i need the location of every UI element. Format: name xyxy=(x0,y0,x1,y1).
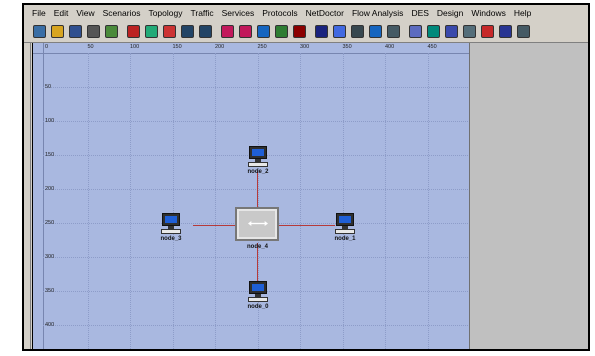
node-label: node_1 xyxy=(334,236,356,242)
node-label: node_0 xyxy=(247,304,269,310)
object-palette-icon[interactable] xyxy=(104,25,118,39)
ruler-y-tick: 250 xyxy=(45,220,55,226)
failure-icon[interactable] xyxy=(126,25,140,39)
workstation-icon xyxy=(248,281,268,303)
menu-bar: File Edit View Scenarios Topology Traffi… xyxy=(24,5,588,21)
open-folder-icon[interactable] xyxy=(50,25,64,39)
zoom-out-icon[interactable] xyxy=(198,25,212,39)
ruler-y-tick: 200 xyxy=(45,186,55,192)
ruler-x-tick: 150 xyxy=(172,44,182,50)
menu-traffic[interactable]: Traffic xyxy=(186,8,217,18)
ruler-left xyxy=(33,43,44,349)
node-label: node_2 xyxy=(247,169,269,175)
ruler-y-tick: 150 xyxy=(45,152,55,158)
workstation-icon xyxy=(335,213,355,235)
grid-line xyxy=(300,53,301,349)
traffic-view-icon[interactable] xyxy=(256,25,270,39)
workstation-icon xyxy=(248,146,268,168)
grid-line xyxy=(215,53,216,349)
ruler-x-tick: 0 xyxy=(45,44,49,50)
ruler-y-tick: 350 xyxy=(45,288,55,294)
ruler-y-tick: 100 xyxy=(45,118,55,124)
project-workspace[interactable]: 0501001502002503003504004505 node_2 node… xyxy=(32,43,470,349)
grid-line xyxy=(43,121,470,122)
zoom-in-icon[interactable] xyxy=(180,25,194,39)
left-scroll-strip[interactable] xyxy=(24,43,31,349)
ruler-y-tick: 50 xyxy=(45,84,52,90)
node-3[interactable]: node_3 xyxy=(151,213,191,247)
view-results-icon[interactable] xyxy=(314,25,328,39)
ruler-y-tick: 400 xyxy=(45,322,55,328)
print-icon[interactable] xyxy=(86,25,100,39)
menu-windows[interactable]: Windows xyxy=(467,8,509,18)
side-panel xyxy=(469,43,588,349)
workstation-icon xyxy=(161,213,181,235)
menu-file[interactable]: File xyxy=(24,8,50,18)
node-label: node_4 xyxy=(247,244,269,250)
menu-protocols[interactable]: Protocols xyxy=(258,8,301,18)
report-icon[interactable] xyxy=(462,25,476,39)
hide-links-icon[interactable] xyxy=(292,25,306,39)
ruler-y-tick: 300 xyxy=(45,254,55,260)
menu-view[interactable]: View xyxy=(72,8,98,18)
ruler-x-tick: 450 xyxy=(427,44,437,50)
recover-icon[interactable] xyxy=(144,25,158,39)
node-0[interactable]: node_0 xyxy=(238,281,278,315)
grid-line xyxy=(385,53,386,349)
menu-scenarios[interactable]: Scenarios xyxy=(99,8,145,18)
link-utilization-icon[interactable] xyxy=(368,25,382,39)
ruler-x-tick: 350 xyxy=(342,44,352,50)
ruler-x-tick: 100 xyxy=(130,44,140,50)
menu-services[interactable]: Services xyxy=(218,8,259,18)
compare-icon[interactable] xyxy=(444,25,458,39)
chart-icon[interactable] xyxy=(408,25,422,39)
bidirectional-arrow-icon xyxy=(248,221,268,226)
undo-icon[interactable] xyxy=(480,25,494,39)
link-node4-node3[interactable] xyxy=(193,225,235,226)
table-icon[interactable] xyxy=(516,25,530,39)
grid-line xyxy=(87,53,89,349)
toolbar xyxy=(24,21,588,43)
web-report-icon[interactable] xyxy=(498,25,512,39)
menu-help[interactable]: Help xyxy=(510,8,535,18)
ruler-x-tick: 250 xyxy=(257,44,267,50)
flow-analysis-icon[interactable] xyxy=(350,25,364,39)
traffic-export-icon[interactable] xyxy=(238,25,252,39)
grid-icon[interactable] xyxy=(332,25,346,39)
node-1[interactable]: node_1 xyxy=(325,213,365,247)
menu-flow-analysis[interactable]: Flow Analysis xyxy=(348,8,408,18)
grid-line xyxy=(43,87,470,88)
app-window: File Edit View Scenarios Topology Traffi… xyxy=(22,3,590,351)
menu-netdoctor[interactable]: NetDoctor xyxy=(302,8,348,18)
configure-icon[interactable] xyxy=(274,25,288,39)
node-4-switch[interactable] xyxy=(235,207,279,241)
edit-attributes-icon[interactable] xyxy=(162,25,176,39)
ruler-x-tick: 300 xyxy=(300,44,310,50)
grid-line xyxy=(130,53,131,349)
traffic-import-icon[interactable] xyxy=(220,25,234,39)
new-project-icon[interactable] xyxy=(32,25,46,39)
ruler-x-tick: 400 xyxy=(385,44,395,50)
menu-des[interactable]: DES xyxy=(407,8,432,18)
grid-line xyxy=(172,53,174,349)
statistics-icon[interactable] xyxy=(426,25,440,39)
menu-edit[interactable]: Edit xyxy=(50,8,73,18)
path-icon[interactable] xyxy=(386,25,400,39)
ruler-x-tick: 200 xyxy=(215,44,225,50)
grid-line xyxy=(342,53,344,349)
ruler-x-tick: 50 xyxy=(87,44,94,50)
grid-line xyxy=(427,53,429,349)
node-2[interactable]: node_2 xyxy=(238,146,278,180)
save-icon[interactable] xyxy=(68,25,82,39)
menu-topology[interactable]: Topology xyxy=(144,8,186,18)
menu-design[interactable]: Design xyxy=(433,8,467,18)
node-label: node_3 xyxy=(160,236,182,242)
ruler-top: 0501001502002503003504004505 xyxy=(33,43,470,54)
grid-line xyxy=(43,325,470,326)
